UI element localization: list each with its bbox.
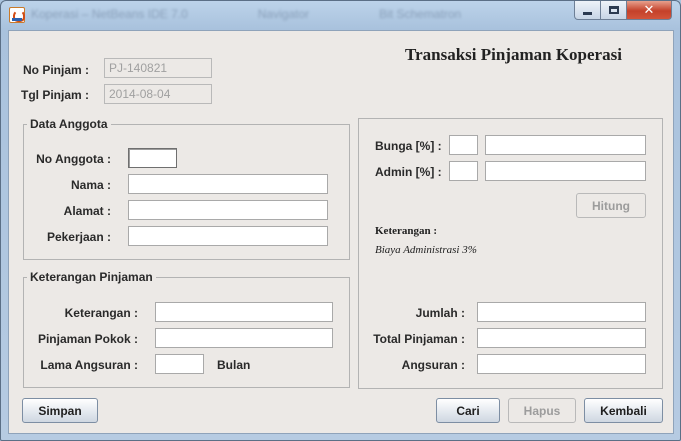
lama-angsuran-label: Lama Angsuran :	[40, 358, 138, 372]
keterangan-pinjaman-title: Keterangan Pinjaman	[27, 270, 156, 284]
alamat-label: Alamat :	[63, 204, 111, 218]
title-bar[interactable]: Koperasi – NetBeans IDE 7.0 Navigator Bit …	[1, 1, 680, 29]
window-title-part: Navigator	[257, 7, 310, 21]
jumlah-label: Jumlah :	[415, 306, 465, 320]
kembali-button[interactable]: Kembali	[584, 398, 663, 423]
keterangan-heading: Keterangan :	[375, 225, 438, 237]
bulan-unit-label: Bulan	[217, 358, 251, 372]
minimize-button[interactable]	[574, 1, 601, 20]
admin-percent-field[interactable]	[449, 161, 478, 181]
tgl-pinjam-label: Tgl Pinjam :	[21, 88, 90, 102]
admin-value-field[interactable]	[485, 161, 646, 181]
minimize-icon	[583, 11, 592, 15]
pinjaman-pokok-label: Pinjaman Pokok :	[37, 332, 138, 346]
kembali-button-label: Kembali	[600, 403, 647, 418]
no-anggota-label: No Anggota :	[36, 152, 111, 166]
window-title-part: Koperasi – NetBeans IDE 7.0	[31, 7, 188, 21]
application-window: Koperasi – NetBeans IDE 7.0 Navigator Bit …	[0, 0, 681, 441]
window-controls: ✕	[574, 1, 672, 21]
alamat-field[interactable]	[128, 200, 328, 220]
simpan-button[interactable]: Simpan	[22, 398, 98, 423]
simpan-button-label: Simpan	[38, 403, 82, 418]
angsuran-label: Angsuran :	[401, 358, 465, 372]
no-anggota-field[interactable]	[128, 148, 177, 168]
close-button[interactable]: ✕	[627, 1, 672, 20]
total-pinjaman-field[interactable]	[477, 328, 646, 348]
close-icon: ✕	[643, 2, 655, 17]
lama-angsuran-field[interactable]	[155, 354, 204, 374]
tgl-pinjam-field[interactable]: 2014-08-04	[104, 84, 212, 104]
hitung-button-label: Hitung	[592, 198, 630, 213]
hapus-button[interactable]: Hapus	[508, 398, 576, 423]
nama-field[interactable]	[128, 174, 328, 194]
keterangan-note: Biaya Administrasi 3%	[375, 244, 477, 256]
cari-button[interactable]: Cari	[436, 398, 500, 423]
jumlah-field[interactable]	[477, 302, 646, 322]
data-anggota-title: Data Anggota	[27, 117, 111, 131]
maximize-button[interactable]	[601, 1, 627, 20]
java-app-icon	[9, 7, 25, 23]
hitung-button[interactable]: Hitung	[576, 193, 646, 218]
window-title-part: Bit Schematron	[379, 7, 462, 21]
total-pinjaman-label: Total Pinjaman :	[373, 332, 465, 346]
window-title: Koperasi – NetBeans IDE 7.0 Navigator Bit …	[31, 7, 501, 23]
keterangan-field[interactable]	[155, 302, 333, 322]
page-title: Transaksi Pinjaman Koperasi	[405, 45, 622, 64]
no-pinjam-label: No Pinjam :	[23, 63, 90, 77]
angsuran-field[interactable]	[477, 354, 646, 374]
pekerjaan-field[interactable]	[128, 226, 328, 246]
pekerjaan-label: Pekerjaan :	[46, 230, 111, 244]
admin-label: Admin [%] :	[375, 165, 442, 179]
bunga-value-field[interactable]	[485, 135, 646, 155]
nama-label: Nama :	[70, 178, 111, 192]
bunga-percent-field[interactable]	[449, 135, 478, 155]
bunga-label: Bunga [%] :	[375, 139, 442, 153]
form-panel: Transaksi Pinjaman Koperasi No Pinjam : …	[8, 30, 674, 434]
pinjaman-pokok-field[interactable]	[155, 328, 333, 348]
keterangan-label: Keterangan :	[64, 306, 138, 320]
hapus-button-label: Hapus	[523, 403, 561, 418]
no-pinjam-field[interactable]: PJ-140821	[104, 58, 212, 78]
maximize-icon	[608, 6, 619, 14]
cari-button-label: Cari	[456, 403, 480, 418]
